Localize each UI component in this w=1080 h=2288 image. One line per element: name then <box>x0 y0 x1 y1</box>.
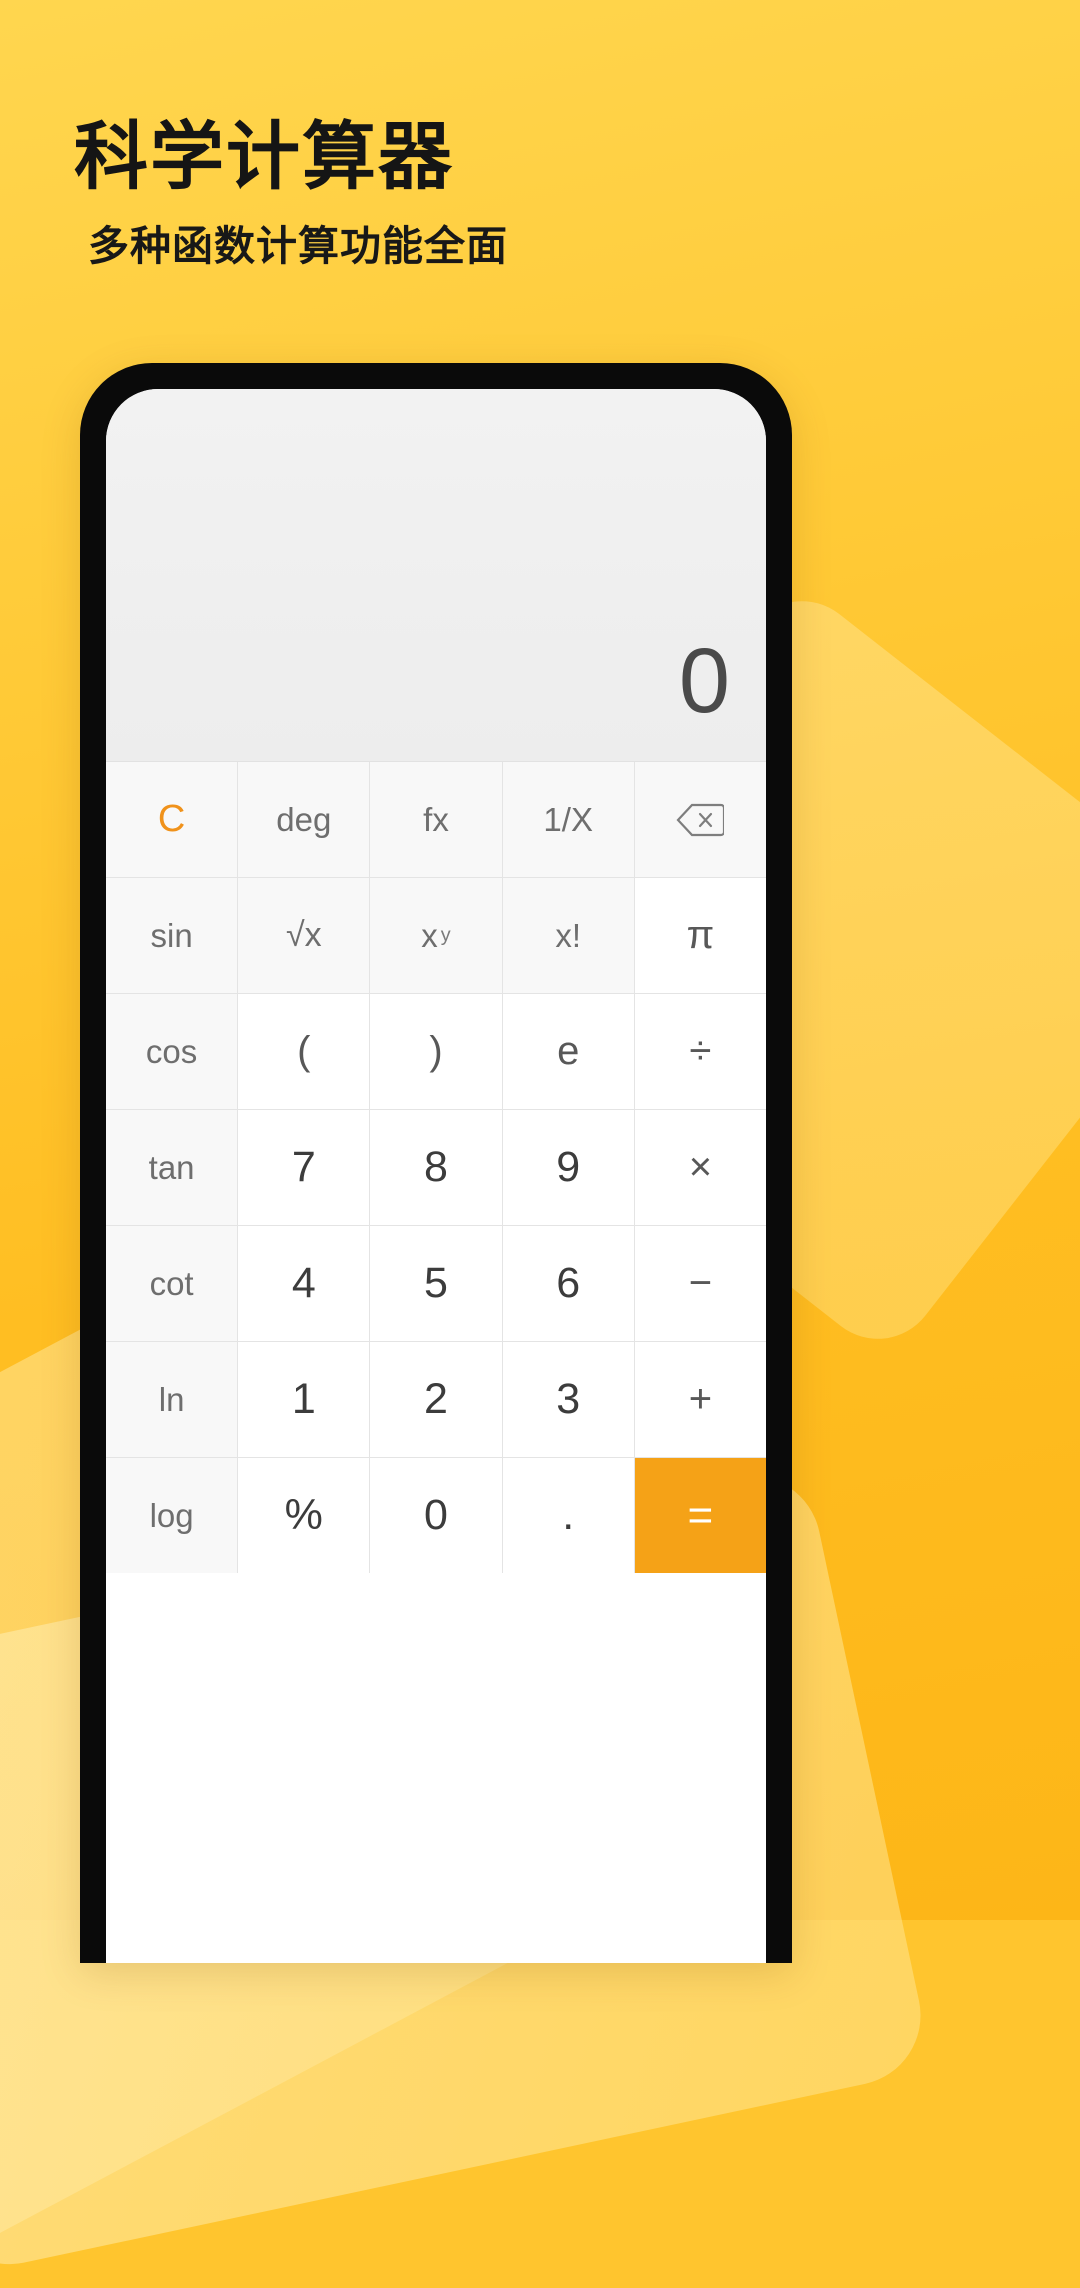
key-label: fx <box>423 800 449 838</box>
key-label: % <box>284 1491 323 1539</box>
minus-button[interactable]: − <box>634 1226 766 1341</box>
digit-1-button[interactable]: 1 <box>238 1342 370 1457</box>
promo-heading: 科学计算器 多种函数计算功能全面 <box>74 118 508 272</box>
digit-8-button[interactable]: 8 <box>370 1110 502 1225</box>
phone-mockup: 0 Cdeg fx 1/X sin √x x y x! π cos () e ÷ tan 7 8 9 × cot 4 5… <box>80 363 792 1963</box>
key-label: ) <box>429 1029 443 1073</box>
key-label: = <box>687 1490 714 1540</box>
key-label: x <box>421 916 438 954</box>
phone-screen: 0 Cdeg fx 1/X sin √x x y x! π cos () e ÷ tan 7 8 9 × cot 4 5… <box>106 389 766 1963</box>
digit-0-button[interactable]: 0 <box>370 1458 502 1573</box>
natural-log-button[interactable]: ln <box>106 1342 238 1457</box>
key-label: cos <box>145 1032 198 1070</box>
cotangent-button[interactable]: cot <box>106 1226 238 1341</box>
display-value: 0 <box>678 630 730 732</box>
backspace-icon <box>676 803 725 837</box>
key-label: 4 <box>291 1259 316 1307</box>
key-label: C <box>157 798 186 840</box>
key-label: sin <box>150 916 193 954</box>
key-label: 3 <box>556 1375 581 1423</box>
key-label: tan <box>148 1148 195 1186</box>
digit-2-button[interactable]: 2 <box>370 1342 502 1457</box>
digit-3-button[interactable]: 3 <box>502 1342 634 1457</box>
reciprocal-button[interactable]: 1/X <box>502 762 634 877</box>
equals-button[interactable]: = <box>634 1458 766 1573</box>
key-label: ( <box>297 1029 311 1073</box>
digit-7-button[interactable]: 7 <box>238 1110 370 1225</box>
cosine-button[interactable]: cos <box>106 994 238 1109</box>
key-label: + <box>688 1377 713 1421</box>
key-label: π <box>686 913 715 957</box>
degree-mode-button[interactable]: deg <box>238 762 370 877</box>
digit-4-button[interactable]: 4 <box>238 1226 370 1341</box>
decimal-point-button[interactable]: . <box>502 1458 634 1573</box>
digit-9-button[interactable]: 9 <box>502 1110 634 1225</box>
function-button[interactable]: fx <box>370 762 502 877</box>
key-label: × <box>688 1145 713 1189</box>
tangent-button[interactable]: tan <box>106 1110 238 1225</box>
digit-5-button[interactable]: 5 <box>370 1226 502 1341</box>
plus-button[interactable]: + <box>634 1342 766 1457</box>
key-label: 7 <box>291 1143 316 1191</box>
key-label: 1 <box>291 1375 316 1423</box>
divide-button[interactable]: ÷ <box>634 994 766 1109</box>
key-label: 5 <box>424 1259 448 1307</box>
calculator-keypad: Cdeg fx 1/X sin √x x y x! π cos () e ÷ tan 7 8 9 × cot 4 5 6 −… <box>106 761 766 1573</box>
key-label: √x <box>285 916 322 954</box>
right-parenthesis-button[interactable]: ) <box>370 994 502 1109</box>
percent-button[interactable]: % <box>238 1458 370 1573</box>
log-button[interactable]: log <box>106 1458 238 1573</box>
key-label: 9 <box>556 1143 581 1191</box>
calculator-display: 0 <box>106 389 766 761</box>
key-label: 0 <box>424 1491 448 1539</box>
key-label: 1/X <box>543 800 593 838</box>
key-label: log <box>149 1496 194 1534</box>
euler-button[interactable]: e <box>502 994 634 1109</box>
key-label: cot <box>149 1264 194 1302</box>
sine-button[interactable]: sin <box>106 878 238 993</box>
pi-button[interactable]: π <box>634 878 766 993</box>
key-label: deg <box>276 800 332 838</box>
key-label: − <box>688 1261 713 1305</box>
page-title: 科学计算器 <box>74 115 454 198</box>
factorial-button[interactable]: x! <box>502 878 634 993</box>
clear-button[interactable]: C <box>106 762 238 877</box>
key-label: ln <box>158 1380 185 1418</box>
key-label: 8 <box>424 1143 448 1191</box>
key-label: ÷ <box>689 1029 712 1073</box>
key-label: . <box>562 1491 575 1539</box>
page-subtitle: 多种函数计算功能全面 <box>88 222 508 269</box>
multiply-button[interactable]: × <box>634 1110 766 1225</box>
key-label: x! <box>555 916 582 954</box>
left-parenthesis-button[interactable]: ( <box>238 994 370 1109</box>
square-root-button[interactable]: √x <box>238 878 370 993</box>
digit-6-button[interactable]: 6 <box>502 1226 634 1341</box>
key-label: e <box>557 1029 580 1073</box>
backspace-button[interactable] <box>634 762 766 877</box>
key-label: 2 <box>424 1375 448 1423</box>
key-label: 6 <box>556 1259 581 1307</box>
power-button[interactable]: xy <box>370 878 502 993</box>
key-exponent-label: y <box>440 924 451 946</box>
